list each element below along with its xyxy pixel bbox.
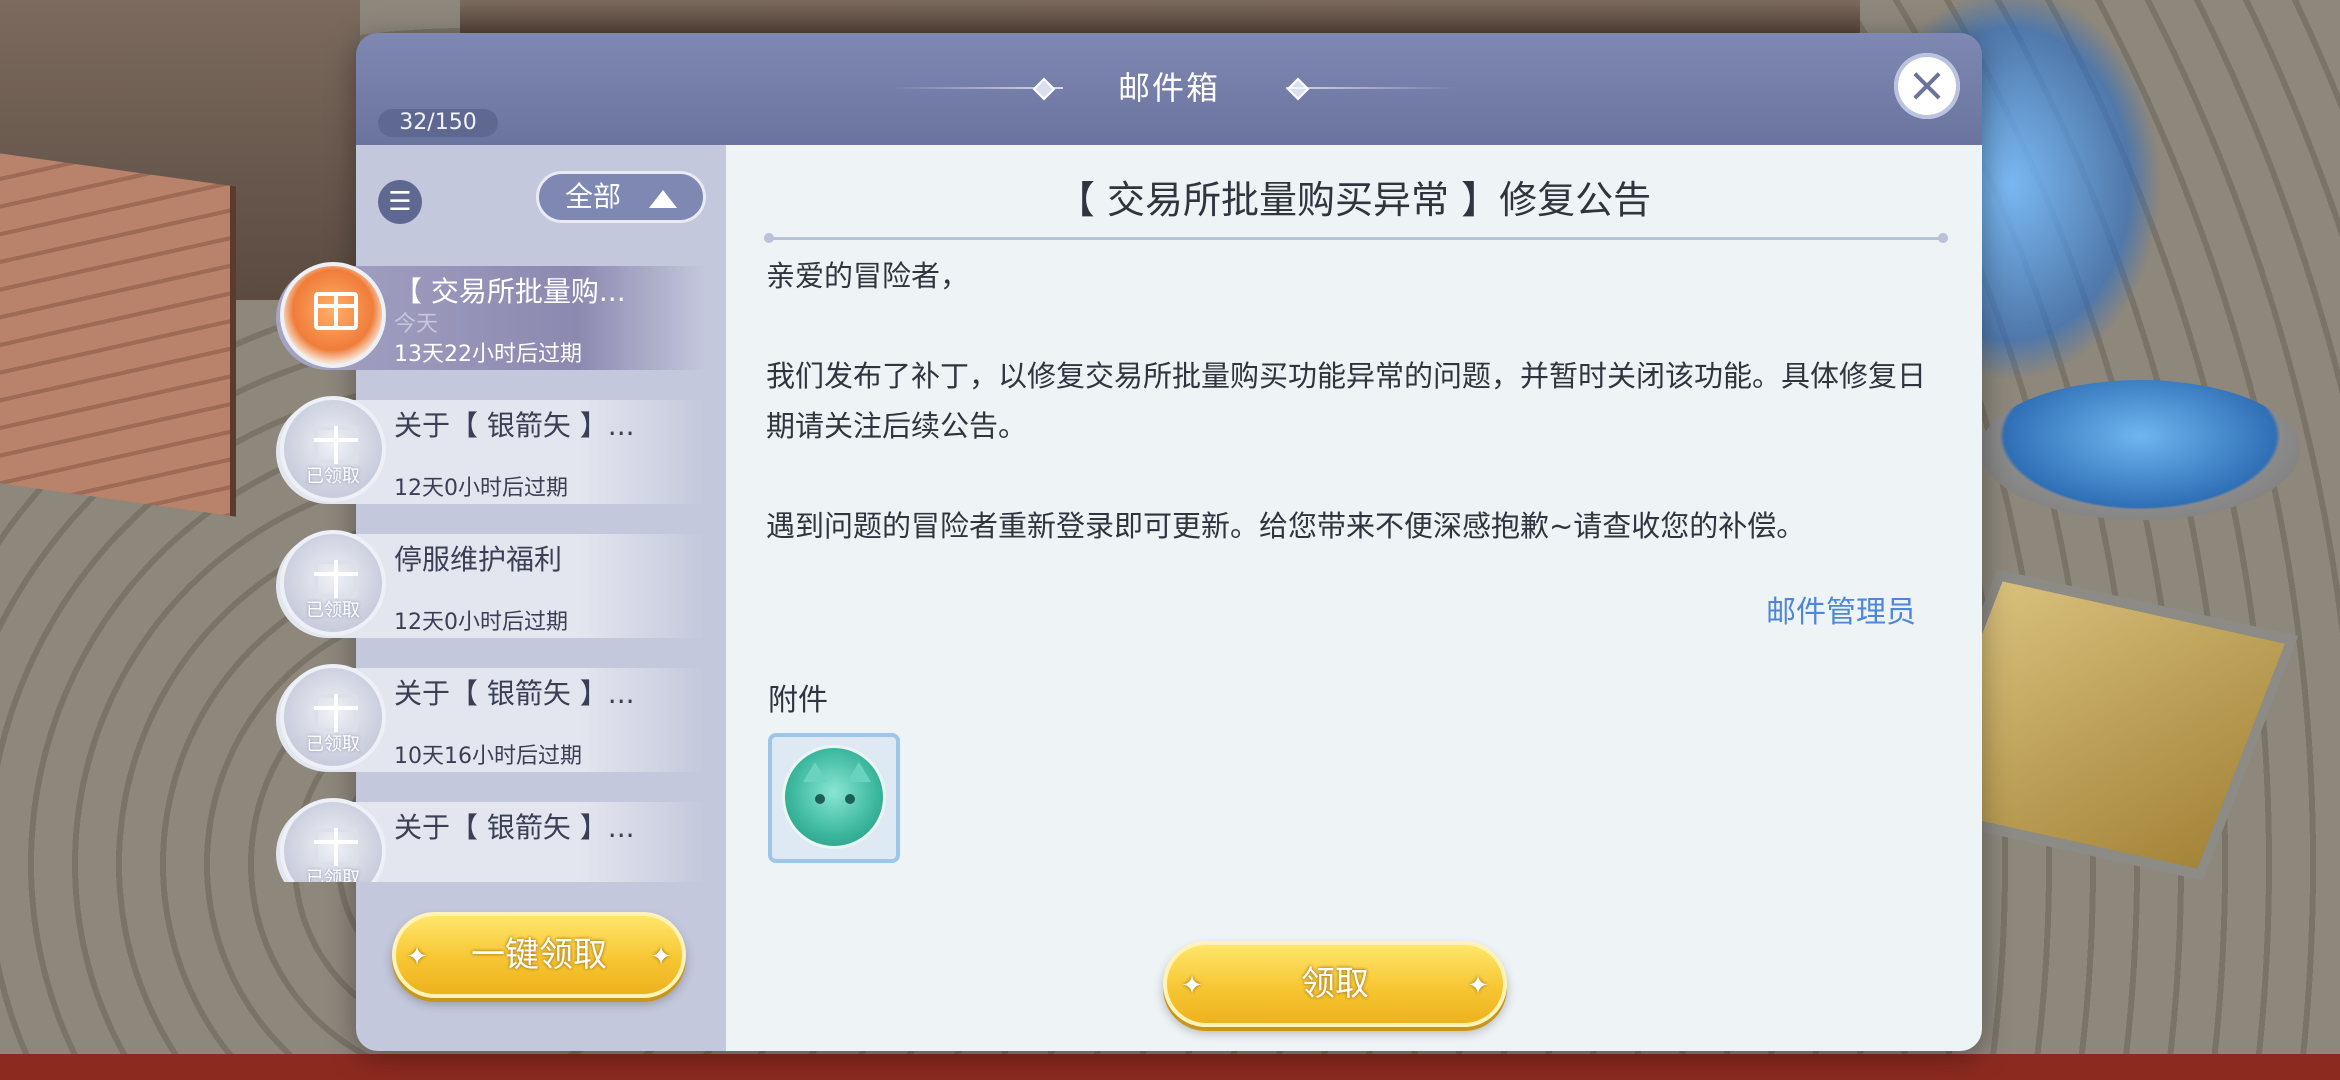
- claimed-badge: 已领取: [306, 466, 360, 487]
- mail-date: 今天: [394, 312, 439, 337]
- mail-expire: 13天22小时后过期: [394, 342, 582, 367]
- avatar: 已领取: [280, 396, 386, 502]
- mail-expire: 12天0小时后过期: [394, 610, 568, 635]
- title-ornament-right: [1286, 87, 1456, 89]
- attachment-item[interactable]: [768, 733, 900, 863]
- mail-subject: 关于【 银箭矢 】...: [394, 677, 635, 710]
- avatar: 已领取: [280, 530, 386, 636]
- gift-icon: [314, 426, 358, 464]
- list-item[interactable]: 已领取 停服维护福利 12天0小时后过期: [276, 530, 706, 638]
- mail-subject: 关于【 银箭矢 】...: [394, 811, 635, 844]
- mail-subject: 停服维护福利: [394, 543, 563, 576]
- sparkle-icon: ✦: [1467, 971, 1489, 1001]
- sparkle-icon: ✦: [650, 942, 672, 972]
- mail-paragraph: 我们发布了补丁，以修复交易所批量购买功能异常的问题，并暂时关闭该功能。具体修复日…: [766, 359, 1927, 443]
- filter-label: 全部: [565, 180, 622, 213]
- claimed-badge: 已领取: [306, 868, 360, 882]
- dialog-title: 邮件箱: [1117, 69, 1220, 107]
- gift-icon: [314, 292, 358, 330]
- mail-greeting: 亲爱的冒险者，: [766, 259, 970, 293]
- list-item[interactable]: 【 交易所批量购... 今天 13天22小时后过期: [276, 262, 706, 370]
- mail-detail-panel: 【 交易所批量购买异常 】修复公告 亲爱的冒险者， 我们发布了补丁，以修复交易所…: [726, 145, 1982, 1051]
- slime-pet-icon: [782, 745, 886, 849]
- mail-expire: 12天0小时后过期: [394, 476, 568, 501]
- claim-all-label: 一键领取: [471, 935, 607, 975]
- sparkle-icon: ✦: [406, 942, 428, 972]
- gift-icon: [314, 560, 358, 598]
- claim-all-button[interactable]: ✦ 一键领取 ✦: [392, 912, 686, 998]
- gift-icon: [314, 694, 358, 732]
- triangle-up-icon: [649, 190, 677, 208]
- mail-title: 【 交易所批量购买异常 】修复公告: [1056, 178, 1652, 222]
- list-icon[interactable]: ☰: [378, 180, 422, 224]
- sparkle-icon: ✦: [1181, 971, 1203, 1001]
- dialog-header: 邮件箱 32/150 ×: [356, 33, 1982, 145]
- attachment-label: 附件: [768, 683, 828, 718]
- avatar: 已领取: [280, 664, 386, 770]
- mail-expire: 10天16小时后过期: [394, 744, 582, 769]
- mail-body: 亲爱的冒险者， 我们发布了补丁，以修复交易所批量购买功能异常的问题，并暂时关闭该…: [766, 251, 1946, 601]
- list-item[interactable]: 已领取 关于【 银箭矢 】... 10天16小时后过期: [276, 664, 706, 772]
- mail-list: 【 交易所批量购... 今天 13天22小时后过期 已领取 关于【 银箭矢 】.…: [276, 262, 726, 882]
- avatar: [280, 262, 386, 368]
- close-button[interactable]: ×: [1894, 53, 1960, 119]
- mail-count: 32/150: [378, 109, 498, 137]
- mail-subject: 关于【 银箭矢 】...: [394, 409, 635, 442]
- avatar: 已领取: [280, 798, 386, 882]
- list-item[interactable]: 已领取 关于【 银箭矢 】... 12天0小时后过期: [276, 396, 706, 504]
- mail-paragraph: 遇到问题的冒险者重新登录即可更新。给您带来不便深感抱歉~请查收您的补偿。: [766, 509, 1806, 543]
- filter-dropdown[interactable]: 全部: [536, 171, 706, 223]
- claimed-badge: 已领取: [306, 600, 360, 621]
- mail-sender: 邮件管理员: [1766, 595, 1916, 630]
- claim-button[interactable]: ✦ 领取 ✦: [1163, 941, 1507, 1027]
- gift-icon: [314, 828, 358, 866]
- divider: [764, 233, 1948, 243]
- list-item[interactable]: 已领取 关于【 银箭矢 】...: [276, 798, 706, 882]
- mail-subject: 【 交易所批量购...: [394, 275, 626, 308]
- claim-button-label: 领取: [1301, 964, 1369, 1004]
- claimed-badge: 已领取: [306, 734, 360, 755]
